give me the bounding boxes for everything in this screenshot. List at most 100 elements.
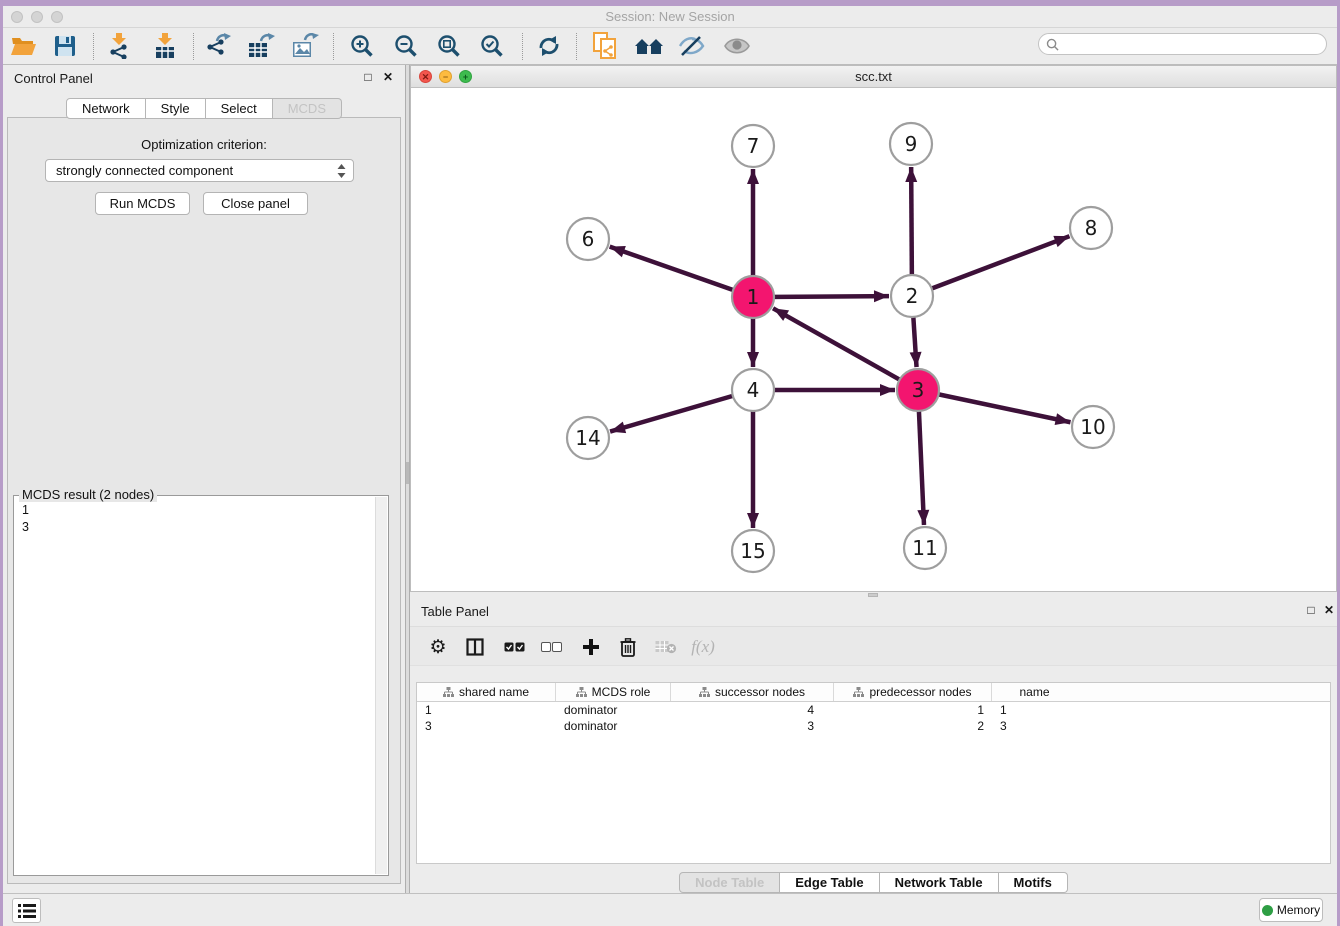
export-table-icon[interactable] — [245, 30, 277, 62]
titlebar: Session: New Session — [3, 6, 1337, 28]
close-panel-icon[interactable]: ✕ — [380, 70, 396, 84]
import-table-icon[interactable] — [149, 30, 181, 62]
tab-mcds[interactable]: MCDS — [273, 98, 342, 119]
edge-1-6[interactable] — [610, 247, 753, 297]
tab-style[interactable]: Style — [146, 98, 206, 119]
zoom-in-icon[interactable] — [346, 30, 378, 62]
control-panel: Control Panel □ ✕ Network Style Select M… — [3, 65, 405, 893]
zoom-selected-icon[interactable] — [476, 30, 508, 62]
function-builder-icon[interactable]: f(x) — [689, 633, 717, 661]
refresh-view-icon[interactable] — [533, 30, 565, 62]
run-mcds-button[interactable]: Run MCDS — [95, 192, 190, 215]
svg-text:4: 4 — [747, 378, 760, 402]
cell-predecessor-nodes[interactable]: 2 — [834, 718, 992, 734]
cell-mcds-role[interactable]: dominator — [556, 702, 671, 718]
table-row: 1 dominator 4 1 1 — [417, 702, 1330, 718]
node-11[interactable]: 11 — [904, 527, 946, 569]
tab-select[interactable]: Select — [206, 98, 273, 119]
search-field[interactable] — [1038, 33, 1327, 55]
export-network-icon[interactable] — [202, 30, 234, 62]
node-4[interactable]: 4 — [732, 369, 774, 411]
hierarchy-icon — [443, 687, 454, 697]
memory-button[interactable]: Memory — [1259, 898, 1323, 922]
cell-shared-name[interactable]: 3 — [417, 718, 556, 734]
toolbar-separator — [333, 33, 334, 60]
memory-label: Memory — [1277, 903, 1320, 917]
cell-successor-nodes[interactable]: 4 — [671, 702, 834, 718]
close-panel-button[interactable]: Close panel — [203, 192, 308, 215]
node-10[interactable]: 10 — [1072, 406, 1114, 448]
import-network-icon[interactable] — [103, 30, 135, 62]
network-view-window: ✕ − + scc.txt 1 2 3 4 6 7 8 9 10 11 14 15 — [410, 65, 1337, 592]
criterion-dropdown-value: strongly connected component — [56, 163, 233, 178]
tab-edge-table[interactable]: Edge Table — [780, 872, 879, 893]
result-scrollbar[interactable] — [375, 497, 387, 874]
cell-successor-nodes[interactable]: 3 — [671, 718, 834, 734]
node-7[interactable]: 7 — [732, 125, 774, 167]
node-6[interactable]: 6 — [567, 218, 609, 260]
open-session-icon[interactable] — [7, 30, 39, 62]
column-header-mcds-role[interactable]: MCDS role — [556, 683, 671, 701]
svg-text:11: 11 — [912, 536, 937, 560]
cell-name[interactable]: 1 — [992, 702, 1077, 718]
table-toolbar: ⚙ f(x) — [410, 626, 1337, 666]
split-columns-icon[interactable] — [461, 633, 489, 661]
network-window-titlebar: ✕ − + scc.txt — [411, 66, 1336, 88]
network-canvas[interactable]: 1 2 3 4 6 7 8 9 10 11 14 15 — [411, 88, 1336, 591]
column-header-predecessor-nodes[interactable]: predecessor nodes — [834, 683, 992, 701]
column-label: predecessor nodes — [869, 685, 971, 699]
zoom-fit-icon[interactable] — [433, 30, 465, 62]
search-input[interactable] — [1063, 37, 1326, 51]
float-panel-icon[interactable]: □ — [360, 70, 376, 84]
node-9[interactable]: 9 — [890, 123, 932, 165]
add-row-icon[interactable] — [577, 633, 605, 661]
node-14[interactable]: 14 — [567, 417, 609, 459]
node-15[interactable]: 15 — [732, 530, 774, 572]
cell-mcds-role[interactable]: dominator — [556, 718, 671, 734]
session-title: Session: New Session — [3, 9, 1337, 24]
tab-motifs[interactable]: Motifs — [999, 872, 1068, 893]
task-history-button[interactable] — [12, 898, 41, 923]
table-settings-icon[interactable]: ⚙ — [424, 633, 452, 661]
select-all-columns-icon[interactable] — [500, 633, 528, 661]
zoom-out-icon[interactable] — [390, 30, 422, 62]
show-all-icon[interactable] — [721, 30, 753, 62]
mcds-result-list[interactable]: 1 3 — [15, 498, 374, 874]
home-view-icon[interactable] — [633, 30, 665, 62]
search-icon — [1046, 38, 1059, 51]
tab-network[interactable]: Network — [66, 98, 146, 119]
delete-table-icon[interactable] — [652, 633, 680, 661]
float-table-panel-icon[interactable]: □ — [1303, 603, 1319, 617]
cell-shared-name[interactable]: 1 — [417, 702, 556, 718]
node-8[interactable]: 8 — [1070, 207, 1112, 249]
column-header-successor-nodes[interactable]: successor nodes — [671, 683, 834, 701]
node-3[interactable]: 3 — [897, 369, 939, 411]
cell-name[interactable]: 3 — [992, 718, 1077, 734]
criterion-dropdown[interactable]: strongly connected component — [45, 159, 354, 182]
edge-2-8[interactable] — [912, 236, 1069, 296]
hide-selection-icon[interactable] — [676, 30, 708, 62]
svg-text:7: 7 — [747, 134, 760, 158]
edge-3-1[interactable] — [773, 308, 918, 390]
delete-row-icon[interactable] — [614, 633, 642, 661]
splitter-handle[interactable] — [868, 593, 878, 597]
edge-3-10[interactable] — [918, 390, 1070, 422]
tab-node-table[interactable]: Node Table — [679, 872, 780, 893]
cell-predecessor-nodes[interactable]: 1 — [834, 702, 992, 718]
svg-text:9: 9 — [905, 132, 918, 156]
close-table-panel-icon[interactable]: ✕ — [1321, 603, 1337, 617]
edge-4-14[interactable] — [610, 390, 753, 432]
node-1[interactable]: 1 — [732, 276, 774, 318]
save-session-icon[interactable] — [49, 30, 81, 62]
splitter-handle[interactable] — [406, 462, 409, 484]
svg-text:14: 14 — [575, 426, 600, 450]
hierarchy-icon — [576, 687, 587, 697]
node-2[interactable]: 2 — [891, 275, 933, 317]
column-header-shared-name[interactable]: shared name — [417, 683, 556, 701]
export-image-icon[interactable] — [289, 30, 321, 62]
svg-text:1: 1 — [747, 285, 760, 309]
column-header-name[interactable]: name — [992, 683, 1077, 701]
duplicate-network-icon[interactable] — [589, 30, 621, 62]
deselect-all-columns-icon[interactable] — [537, 633, 565, 661]
tab-network-table[interactable]: Network Table — [880, 872, 999, 893]
